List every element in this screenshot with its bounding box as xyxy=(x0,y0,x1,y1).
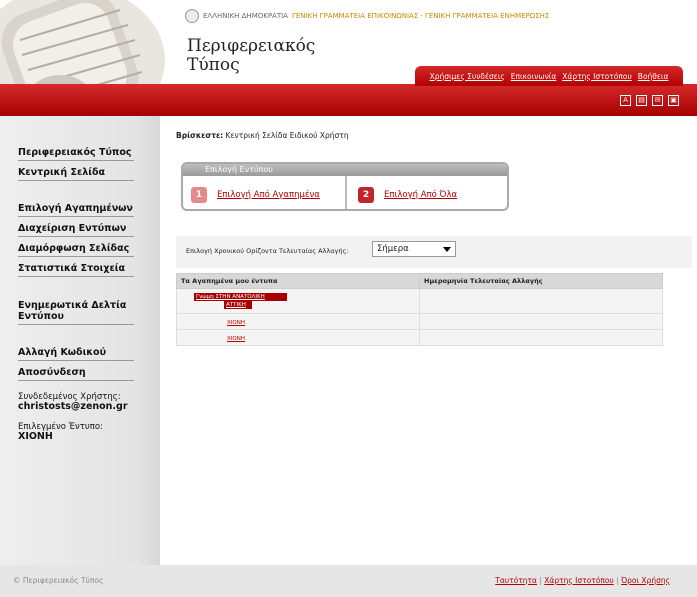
footer-link-terms[interactable]: Όροι Χρήσης xyxy=(621,576,670,585)
sidebar-item-regional-press[interactable]: Περιφερειακός Τύπος xyxy=(18,147,134,161)
sidebar-item-manage-prints[interactable]: Διαχείριση Εντύπων xyxy=(18,223,134,237)
top-nav: Χρήσιμες Συνδέσεις Επικοινωνία Χάρτης Ισ… xyxy=(415,66,683,86)
nav-contact[interactable]: Επικοινωνία xyxy=(511,72,556,81)
time-range-value: Σήμερα xyxy=(377,244,409,254)
selected-print-info: Επιλεγμένο Έντυπο: ΧΙΟΝΗ xyxy=(18,422,103,442)
sidebar-item-home[interactable]: Κεντρική Σελίδα xyxy=(18,167,134,181)
site-footer: © Περιφερειακός Τύπος Ταυτότητα | Χάρτης… xyxy=(0,565,697,597)
sidebar-item-logout[interactable]: Αποσύνδεση xyxy=(18,367,134,381)
breadcrumb-value: Κεντρική Σελίδα Ειδικού Χρήστη xyxy=(225,131,349,140)
breadcrumb: Βρίσκεστε: Κεντρική Σελίδα Ειδικού Χρήστ… xyxy=(176,131,349,140)
selected-value: ΧΙΟΝΗ xyxy=(18,431,53,442)
sidebar-item-change-password[interactable]: Αλλαγή Κωδικού xyxy=(18,347,134,361)
gov-text: ΕΛΛΗΝΙΚΗ ΔΗΜΟΚΡΑΤΙΑ xyxy=(203,12,288,20)
time-filter: Επιλογή Χρονικού Ορίζοντα Τελευταίας Αλλ… xyxy=(176,236,692,268)
breadcrumb-label: Βρίσκεστε: xyxy=(176,131,224,140)
header-last-change: Ημερομηνία Τελευταίας Αλλαγής xyxy=(419,273,663,289)
site-title: Περιφερειακός Τύπος xyxy=(187,37,347,75)
time-range-select[interactable]: Σήμερα xyxy=(372,241,456,257)
sidebar-item-newsletters[interactable]: Ενημερωτικά Δελτία Εντύπου xyxy=(18,300,134,325)
footer-link-sitemap[interactable]: Χάρτης Ιστοτόπου xyxy=(544,576,614,585)
header-tools: A ▤ ✉ ▣ xyxy=(620,95,679,106)
sidebar-item-page-setup[interactable]: Διαμόρφωση Σελίδας xyxy=(18,243,134,257)
logged-user-info: Συνδεδεμένος Χρήστης: christosts@zenon.g… xyxy=(18,392,128,412)
table-cell-title: ΧΙΟΝΗ xyxy=(176,313,420,330)
option-all-link[interactable]: Επιλογή Από Όλα xyxy=(384,190,457,200)
print-icon[interactable]: ▤ xyxy=(636,95,647,106)
sidebar-item-favorites[interactable]: Επιλογή Αγαπημένων xyxy=(18,203,134,217)
site-title-line1: Περιφερειακός xyxy=(187,36,316,56)
mail-icon[interactable]: ✉ xyxy=(652,95,663,106)
print-link[interactable]: ΧΙΟΝΗ xyxy=(227,320,245,326)
nav-sitemap[interactable]: Χάρτης Ιστοτόπου xyxy=(562,72,632,81)
site-header: ΕΛΛΗΝΙΚΗ ΔΗΜΟΚΡΑΤΙΑ ΓΕΝΙΚΗ ΓΡΑΜΜΑΤΕΙΑ ΕΠ… xyxy=(0,0,697,135)
font-icon[interactable]: A xyxy=(620,95,631,106)
table-row: Γνώμη ΣΤΗΝ ΑΝΑΤΟΛΙΚΗ ΑΤΤΙΚΗ xyxy=(176,288,663,314)
favorites-table: Τα Αγαπημένα μου έντυπα Ημερομηνία Τελευ… xyxy=(176,273,663,346)
table-cell-date xyxy=(419,313,663,330)
sidebar: Περιφερειακός Τύπος Κεντρική Σελίδα Επιλ… xyxy=(0,116,160,565)
save-icon[interactable]: ▣ xyxy=(668,95,679,106)
option-favorites[interactable]: 1 Επιλογή Από Αγαπημένα xyxy=(191,180,320,209)
table-cell-title: Γνώμη ΣΤΗΝ ΑΝΑΤΟΛΙΚΗ ΑΤΤΙΚΗ xyxy=(176,288,420,314)
selection-box-title: Επιλογή Εντύπου xyxy=(183,164,507,176)
option-all[interactable]: 2 Επιλογή Από Όλα xyxy=(358,180,457,209)
nav-useful-links[interactable]: Χρήσιμες Συνδέσεις xyxy=(430,72,505,81)
option-favorites-link[interactable]: Επιλογή Από Αγαπημένα xyxy=(217,190,320,200)
header-red-band xyxy=(0,84,697,116)
greek-seal-icon xyxy=(185,9,199,23)
government-banner: ΕΛΛΗΝΙΚΗ ΔΗΜΟΚΡΑΤΙΑ ΓΕΝΙΚΗ ΓΡΑΜΜΑΤΕΙΑ ΕΠ… xyxy=(185,9,549,23)
table-row: ΧΙΟΝΗ xyxy=(176,329,663,346)
user-value: christosts@zenon.gr xyxy=(18,401,128,412)
divider xyxy=(345,176,347,209)
copyright: © Περιφερειακός Τύπος xyxy=(13,576,104,585)
main-content: Βρίσκεστε: Κεντρική Σελίδα Ειδικού Χρήστ… xyxy=(160,116,697,565)
print-link[interactable]: Γνώμη ΣΤΗΝ ΑΝΑΤΟΛΙΚΗ xyxy=(194,293,287,301)
gov-links[interactable]: ΓΕΝΙΚΗ ΓΡΑΜΜΑΤΕΙΑ ΕΠΙΚΟΙΝΩΝΙΑΣ · ΓΕΝΙΚΗ … xyxy=(292,12,549,20)
print-link[interactable]: ΧΙΟΝΗ xyxy=(227,336,245,342)
nav-help[interactable]: Βοήθεια xyxy=(638,72,669,81)
footer-links: Ταυτότητα | Χάρτης Ιστοτόπου | Όροι Χρήσ… xyxy=(495,576,670,585)
footer-link-identity[interactable]: Ταυτότητα xyxy=(495,576,537,585)
site-title-line2: Τύπος xyxy=(187,55,240,75)
number-one-icon: 1 xyxy=(191,187,207,203)
table-cell-title: ΧΙΟΝΗ xyxy=(176,329,420,346)
print-link-line2[interactable]: ΑΤΤΙΚΗ xyxy=(224,301,252,309)
table-cell-date xyxy=(419,329,663,346)
filter-label: Επιλογή Χρονικού Ορίζοντα Τελευταίας Αλλ… xyxy=(186,247,349,255)
sidebar-item-statistics[interactable]: Στατιστικά Στοιχεία xyxy=(18,263,134,277)
table-row: ΧΙΟΝΗ xyxy=(176,313,663,330)
dropdown-arrow-icon xyxy=(443,247,451,252)
number-two-icon: 2 xyxy=(358,187,374,203)
table-cell-date xyxy=(419,288,663,314)
table-header-row: Τα Αγαπημένα μου έντυπα Ημερομηνία Τελευ… xyxy=(176,273,663,289)
header-favorites: Τα Αγαπημένα μου έντυπα xyxy=(176,273,420,289)
print-selection-box: Επιλογή Εντύπου 1 Επιλογή Από Αγαπημένα … xyxy=(181,162,509,211)
